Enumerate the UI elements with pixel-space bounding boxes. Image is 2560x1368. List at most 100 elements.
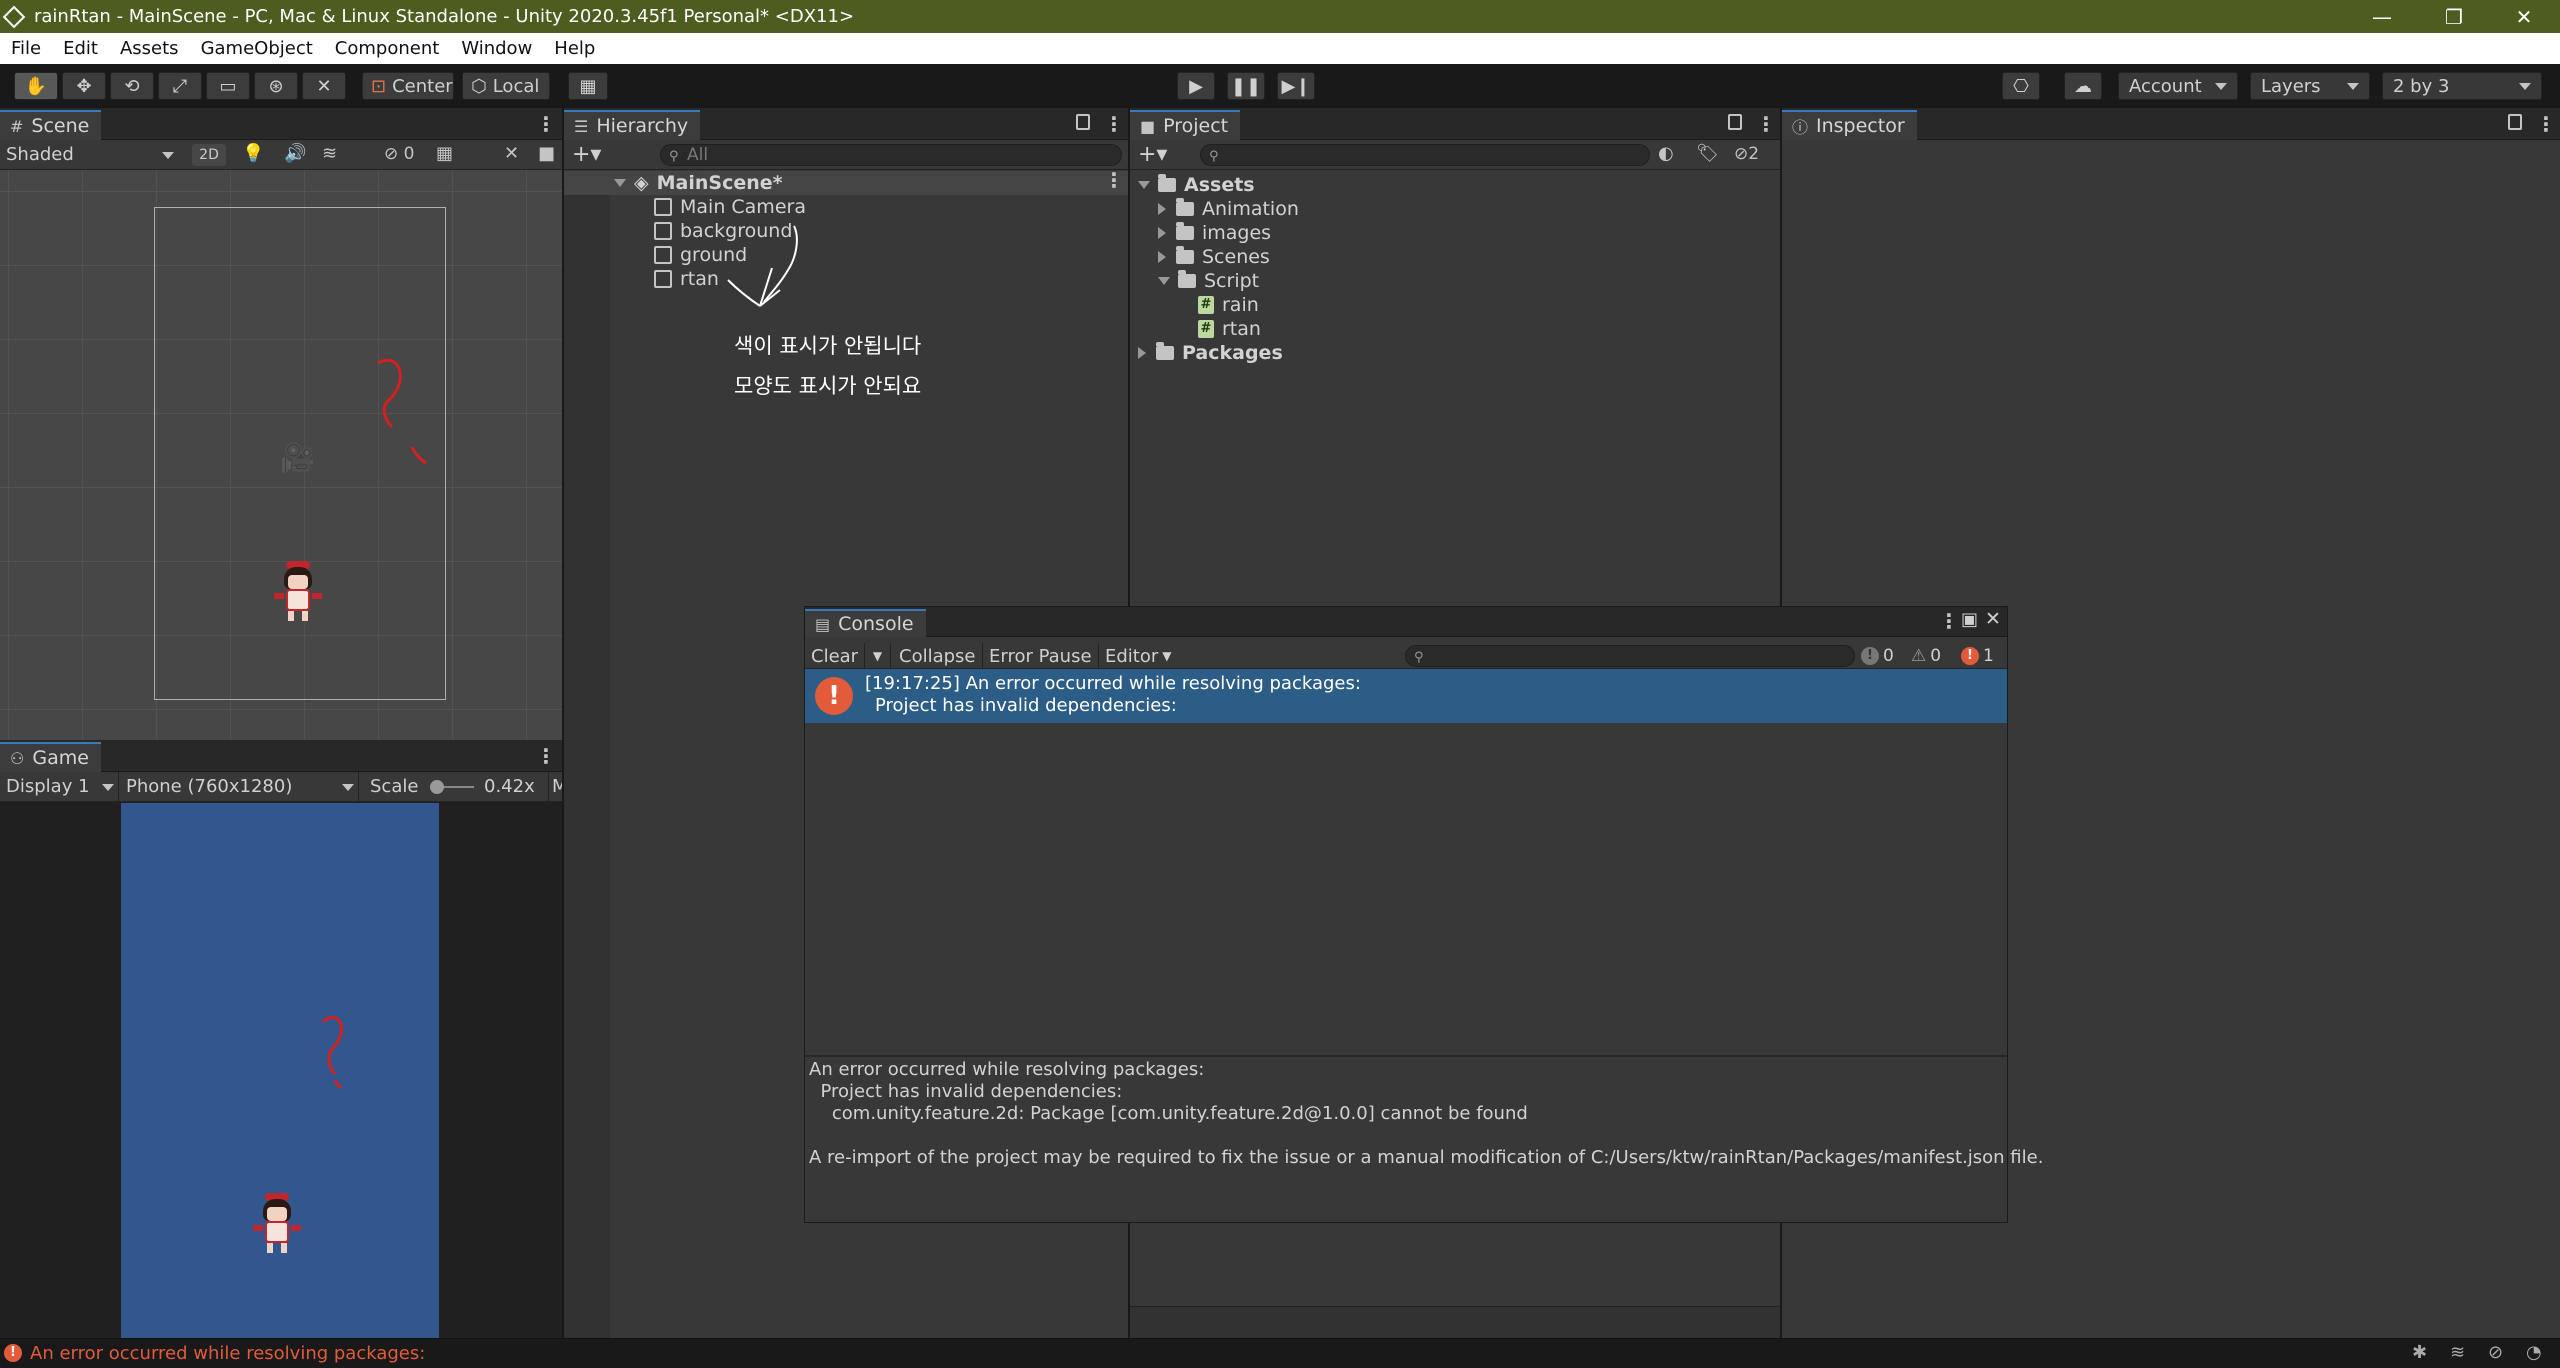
create-asset-button[interactable]: +▾ [1138, 142, 1167, 167]
menu-file[interactable]: File [0, 38, 52, 59]
project-item-assets[interactable]: Assets [1138, 174, 1255, 196]
scale-tool-button[interactable]: ⤢ [158, 72, 202, 100]
restore-button[interactable]: ❐ [2418, 0, 2490, 33]
hidden-objects-toggle[interactable]: ⊘ 0 [384, 144, 414, 164]
hierarchy-item-main-camera[interactable]: Main Camera [654, 196, 806, 218]
custom-tool-button[interactable]: ✕ [302, 72, 346, 100]
editor-dropdown[interactable]: Editor ▼ [1099, 643, 1178, 669]
more-options-icon[interactable]: ⋮ [536, 112, 556, 136]
progress-check-icon[interactable]: ◔ [2526, 1342, 2542, 1363]
more-options-icon[interactable]: ⋮ [2536, 112, 2556, 136]
resolution-dropdown[interactable]: Phone (760x1280) [126, 776, 292, 797]
minimize-button[interactable]: — [2346, 0, 2418, 33]
project-item-script[interactable]: Script [1158, 270, 1259, 292]
error-pause-toggle[interactable]: Error Pause [983, 643, 1099, 669]
rect-tool-button[interactable]: ▭ [206, 72, 250, 100]
project-item-images[interactable]: images [1158, 222, 1271, 244]
tab-hierarchy[interactable]: ☰ Hierarchy [564, 110, 701, 140]
hierarchy-item-rtan[interactable]: rtan [654, 268, 719, 290]
lock-icon[interactable] [1728, 114, 1742, 130]
tab-scene[interactable]: # Scene [0, 110, 102, 140]
lighting-icon[interactable]: 💡 [242, 143, 264, 164]
debug-icon[interactable]: ✱ [2412, 1342, 2427, 1363]
effects-icon[interactable]: ≋ [322, 143, 337, 164]
tab-inspector[interactable]: ⓘ Inspector [1782, 110, 1917, 140]
layers-icon[interactable]: ≋ [2450, 1342, 2465, 1363]
console-detail: An error occurred while resolving packag… [809, 1059, 2043, 1219]
clear-button[interactable]: Clear [805, 643, 866, 669]
hierarchy-search-input[interactable]: ⚲ All [660, 144, 1122, 166]
auto-generate-lighting-icon[interactable]: ⊘ [2488, 1342, 2503, 1363]
project-toolbar: +▾ ⚲ ◐ 🏷 ⊘2 [1130, 140, 1780, 170]
project-search-input[interactable]: ⚲ [1200, 144, 1650, 166]
audio-icon[interactable]: 🔊 [284, 143, 306, 164]
collapse-toggle[interactable]: Collapse [893, 643, 983, 669]
tab-project[interactable]: ■ Project [1130, 110, 1241, 140]
main-toolbar: ✋ ✥ ⟲ ⤢ ▭ ⊛ ✕ ⊡ Center ⬡ Local ▦ ▶ ❚❚ ▶❙… [0, 64, 2560, 108]
maximize-icon[interactable]: ▣ [1961, 609, 1978, 630]
lock-icon[interactable] [1076, 114, 1090, 130]
play-button[interactable]: ▶ [1177, 72, 1215, 100]
step-button[interactable]: ▶❙ [1277, 72, 1315, 100]
camera-icon[interactable]: ■ [538, 143, 555, 164]
menu-assets[interactable]: Assets [109, 38, 190, 59]
layout-dropdown[interactable]: 2 by 3 [2382, 72, 2542, 100]
rotate-tool-button[interactable]: ⟲ [110, 72, 154, 100]
project-item-animation[interactable]: Animation [1158, 198, 1299, 220]
console-entry[interactable]: ! [19:17:25] An error occurred while res… [805, 669, 2007, 723]
menu-gameobject[interactable]: GameObject [190, 38, 324, 59]
clear-options-dropdown[interactable]: ▼ [865, 643, 891, 669]
collab-button[interactable]: ⎔ [2002, 72, 2040, 100]
add-object-button[interactable]: +▾ [572, 142, 601, 167]
project-item-scenes[interactable]: Scenes [1158, 246, 1270, 268]
pivot-center-button[interactable]: ⊡ Center [362, 72, 454, 100]
hand-tool-button[interactable]: ✋ [14, 72, 58, 100]
annotation-arrows [727, 225, 798, 307]
grid-snap-button[interactable]: ▦ [568, 72, 608, 100]
grid-toggle-icon[interactable]: ▦ [436, 143, 453, 164]
project-item-packages[interactable]: Packages [1138, 342, 1283, 364]
filter-by-type-icon[interactable]: ◐ [1658, 143, 1674, 164]
project-item-rain-script[interactable]: # rain [1198, 294, 1259, 316]
log-count-toggle[interactable]: ! 0 [1861, 645, 1894, 667]
move-tool-button[interactable]: ✥ [62, 72, 106, 100]
scene-more-options-icon[interactable]: ⋮ [1104, 168, 1124, 192]
game-viewport[interactable] [121, 803, 439, 1338]
scene-root-item[interactable]: ◈ MainScene* [614, 172, 783, 194]
warning-count-toggle[interactable]: ⚠ 0 [1911, 645, 1941, 667]
tab-game[interactable]: ⚇ Game [0, 742, 101, 772]
console-search-input[interactable]: ⚲ [1405, 645, 1855, 667]
red-question-mark-annotation [377, 358, 427, 465]
cloud-icon[interactable]: ☁ [2064, 72, 2102, 100]
shading-mode-dropdown[interactable]: Shaded [6, 144, 74, 165]
status-message[interactable]: An error occurred while resolving packag… [30, 1343, 425, 1364]
error-count-toggle[interactable]: ! 1 [1961, 645, 1994, 667]
tools-icon[interactable]: ✕ [504, 143, 519, 164]
pause-button[interactable]: ❚❚ [1227, 72, 1265, 100]
display-dropdown[interactable]: Display 1 [6, 776, 90, 797]
filter-by-label-icon[interactable]: 🏷 [1696, 143, 1719, 164]
menu-window[interactable]: Window [450, 38, 543, 59]
more-options-icon[interactable]: ⋮ [1939, 609, 1959, 633]
console-splitter[interactable] [805, 1055, 2007, 1057]
2d-mode-toggle[interactable]: 2D [192, 144, 226, 166]
close-icon[interactable]: ✕ [1985, 608, 2001, 630]
menu-component[interactable]: Component [324, 38, 451, 59]
hidden-packages-toggle[interactable]: ⊘2 [1734, 144, 1759, 164]
account-dropdown[interactable]: Account [2118, 72, 2238, 100]
layers-dropdown[interactable]: Layers [2250, 72, 2370, 100]
scale-slider-handle[interactable] [430, 780, 444, 794]
more-options-icon[interactable]: ⋮ [1104, 112, 1124, 136]
maximize-on-play-button[interactable]: M [552, 776, 562, 797]
lock-icon[interactable] [2508, 114, 2522, 130]
tab-console[interactable]: ▤ Console [805, 609, 926, 637]
pivot-space-button[interactable]: ⬡ Local [462, 72, 550, 100]
more-options-icon[interactable]: ⋮ [1756, 112, 1776, 136]
close-button[interactable]: ✕ [2488, 0, 2560, 33]
transform-tool-button[interactable]: ⊛ [254, 72, 298, 100]
menu-help[interactable]: Help [543, 38, 606, 59]
menu-edit[interactable]: Edit [52, 38, 109, 59]
project-item-rtan-script[interactable]: # rtan [1198, 318, 1261, 340]
more-options-icon[interactable]: ⋮ [536, 744, 556, 768]
scene-viewport[interactable]: 🎥 [0, 171, 562, 740]
